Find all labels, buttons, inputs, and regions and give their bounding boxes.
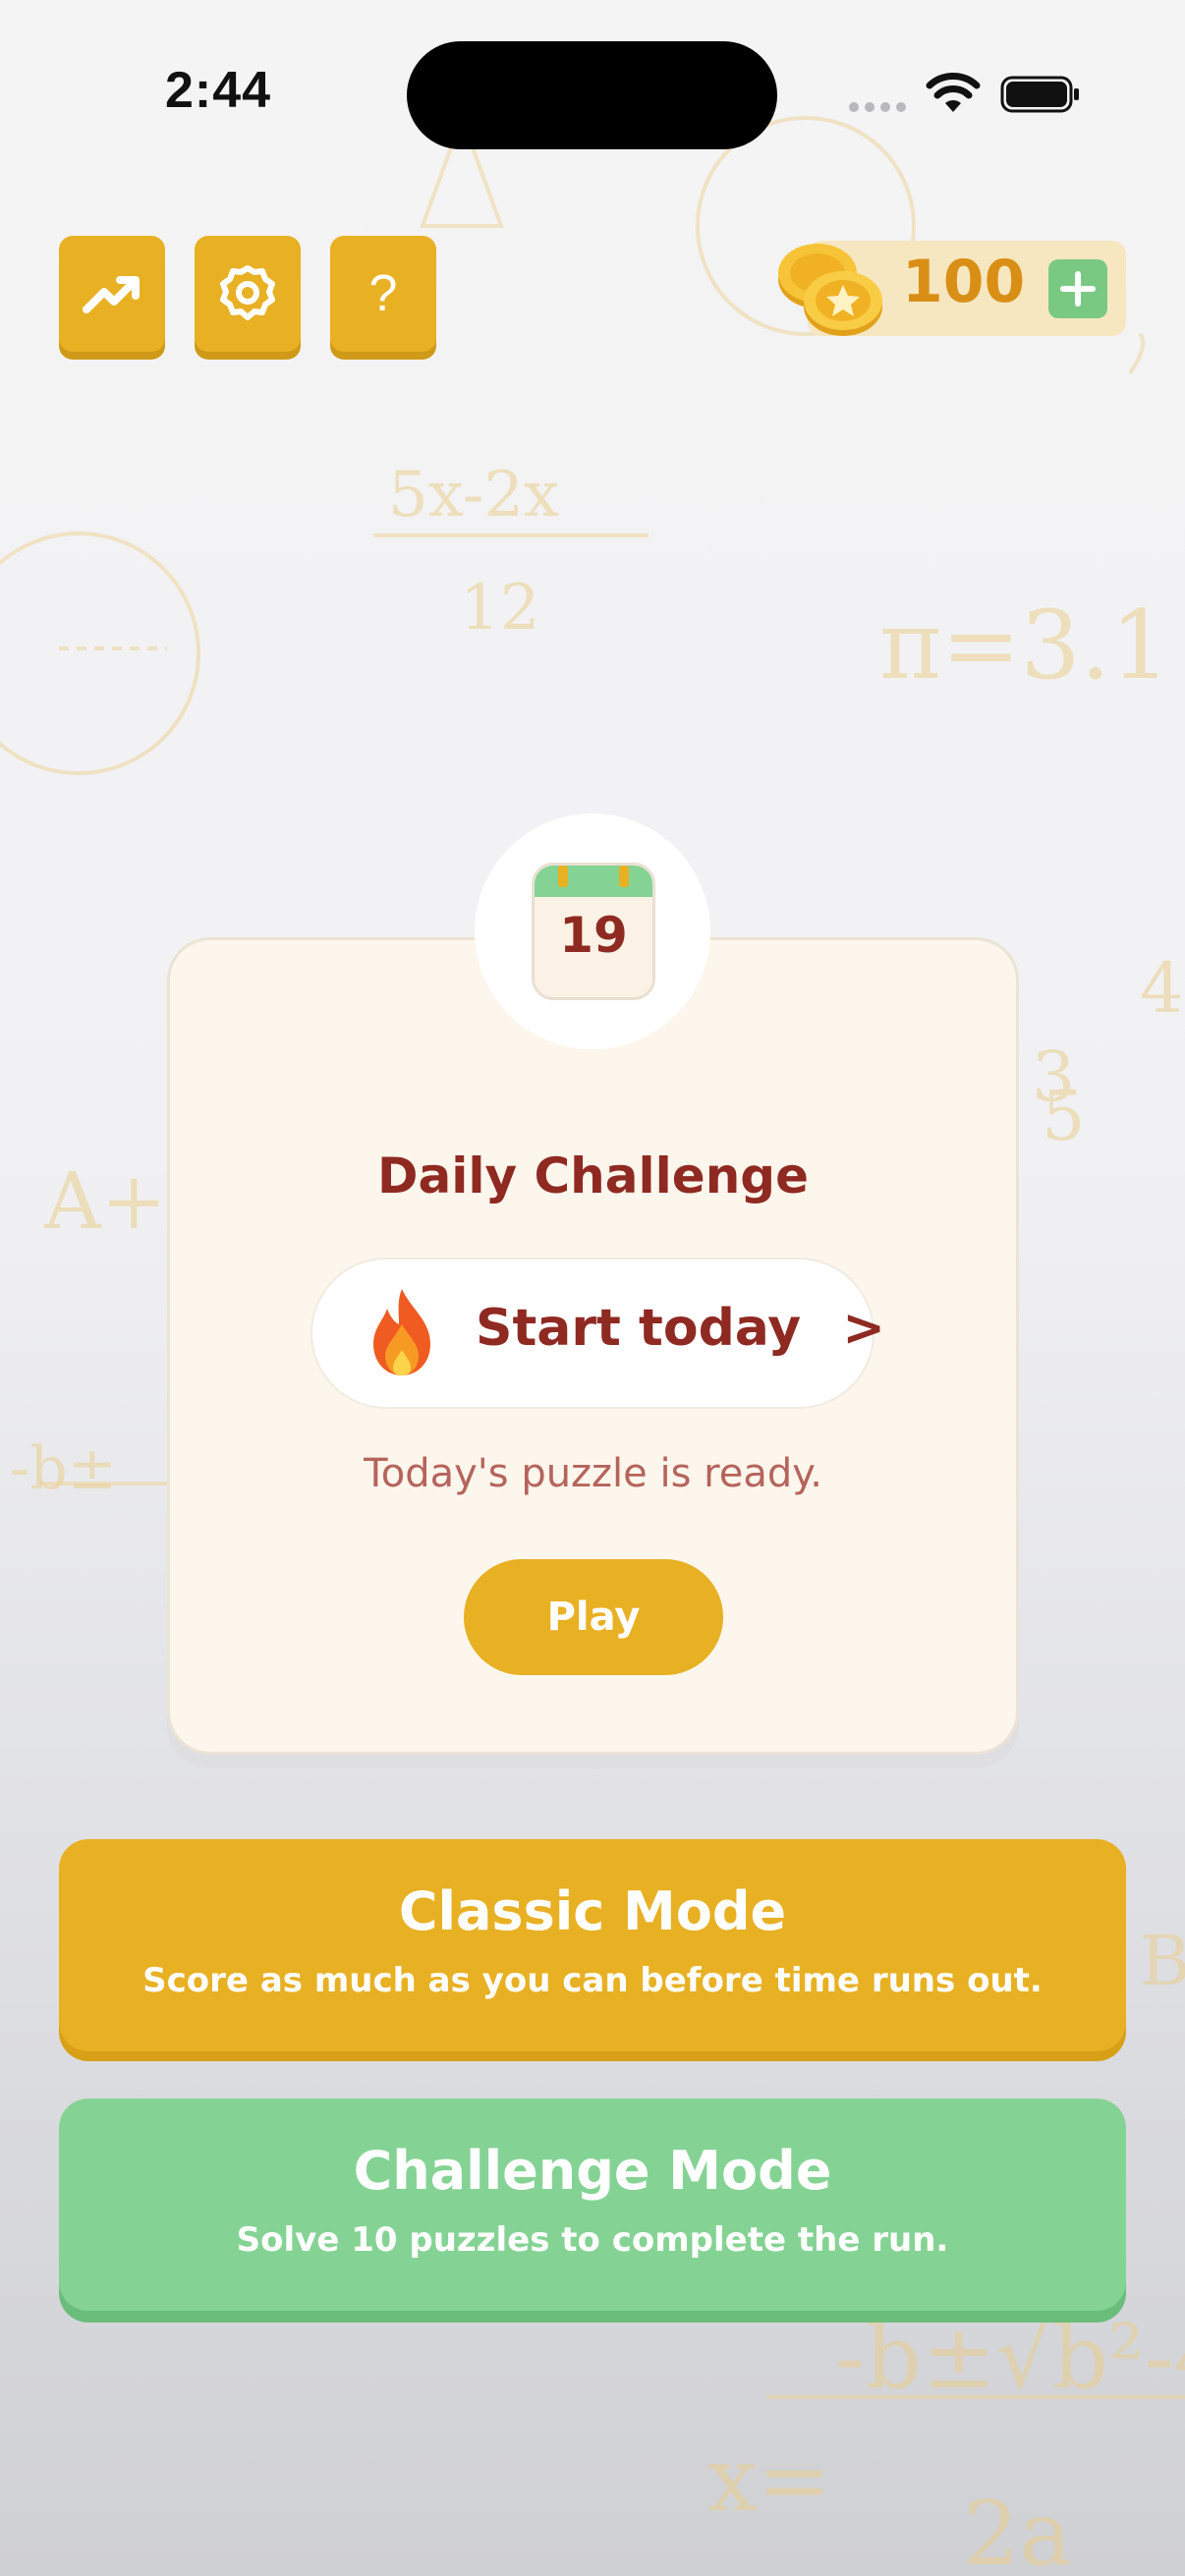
challenge-mode-title: Challenge Mode bbox=[353, 2140, 832, 2202]
fire-icon bbox=[373, 1289, 430, 1375]
svg-text:A+: A+ bbox=[43, 1155, 167, 1247]
svg-text:5: 5 bbox=[1042, 1076, 1086, 1156]
svg-text:-b±√b²-4a: -b±√b²-4a bbox=[835, 2306, 1185, 2409]
svg-text:5x-2x: 5x-2x bbox=[388, 459, 559, 532]
svg-text:3: 3 bbox=[1032, 1036, 1076, 1117]
cellular-signal-icon bbox=[849, 102, 906, 114]
challenge-mode-subtitle: Solve 10 puzzles to complete the run. bbox=[236, 2220, 949, 2260]
svg-text:B: B bbox=[1140, 1921, 1185, 2001]
settings-button[interactable] bbox=[195, 236, 301, 352]
plus-icon bbox=[1060, 271, 1096, 307]
challenge-mode-button[interactable]: Challenge Mode Solve 10 puzzles to compl… bbox=[59, 2099, 1126, 2311]
svg-text:-b±: -b± bbox=[10, 1434, 117, 1503]
gear-icon bbox=[220, 265, 275, 320]
streak-label: Start today > bbox=[476, 1299, 885, 1358]
add-coins-button[interactable] bbox=[1048, 259, 1107, 318]
svg-text:4: 4 bbox=[1140, 948, 1184, 1029]
daily-status-text: Today's puzzle is ready. bbox=[364, 1451, 822, 1496]
streak-text: Start today bbox=[476, 1299, 802, 1358]
svg-text:2a: 2a bbox=[963, 2483, 1072, 2576]
chevron-right-icon: > bbox=[842, 1299, 885, 1358]
play-button[interactable]: Play bbox=[464, 1559, 723, 1675]
dynamic-island bbox=[407, 41, 777, 149]
svg-text:12: 12 bbox=[460, 572, 539, 644]
stats-button[interactable] bbox=[59, 236, 165, 352]
trending-up-icon bbox=[83, 276, 140, 313]
classic-mode-subtitle: Score as much as you can before time run… bbox=[142, 1961, 1043, 2000]
calendar-day-number: 19 bbox=[559, 907, 628, 964]
wifi-icon bbox=[926, 73, 981, 112]
coin-count: 100 bbox=[902, 248, 1026, 316]
svg-text:π=3.1: π=3.1 bbox=[879, 590, 1170, 700]
help-icon: ? bbox=[368, 265, 398, 322]
daily-challenge-title: Daily Challenge bbox=[376, 1148, 810, 1204]
help-button[interactable]: ? bbox=[330, 236, 436, 352]
svg-text:x=: x= bbox=[707, 2429, 831, 2532]
battery-icon bbox=[1000, 76, 1079, 113]
classic-mode-button[interactable]: Classic Mode Score as much as you can be… bbox=[59, 1839, 1126, 2051]
calendar-icon: 19 bbox=[532, 863, 655, 1000]
classic-mode-title: Classic Mode bbox=[398, 1880, 787, 1942]
status-time: 2:44 bbox=[165, 62, 272, 119]
coins-icon bbox=[778, 244, 882, 336]
